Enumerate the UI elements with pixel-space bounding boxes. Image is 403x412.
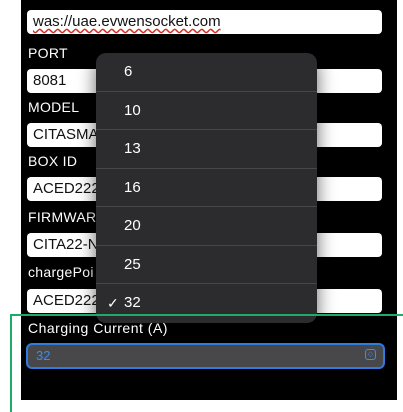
charge-point-label: chargePoi: [28, 264, 94, 280]
option-label: 25: [124, 256, 141, 273]
option-label: 10: [124, 102, 141, 119]
option-10[interactable]: 10: [96, 91, 317, 129]
option-20[interactable]: 20: [96, 206, 317, 244]
option-label: 6: [124, 63, 133, 80]
option-16[interactable]: 16: [96, 168, 317, 206]
option-25[interactable]: 25: [96, 245, 317, 283]
chevron-updown-icon: ◇: [365, 349, 376, 360]
model-label: MODEL: [28, 99, 80, 115]
current-options-menu: 6 10 13 16 20 25 ✓ 32: [96, 53, 317, 323]
charging-current-label: Charging Current (A): [28, 320, 168, 336]
server-url-input[interactable]: was://uae.evwensocket.com: [27, 10, 382, 34]
option-13[interactable]: 13: [96, 129, 317, 167]
guide-line-horizontal: [10, 314, 403, 316]
guide-line-vertical: [10, 314, 12, 412]
option-label: 16: [124, 179, 141, 196]
server-url-value: was://uae.evwensocket.com: [33, 13, 221, 30]
firmware-label: FIRMWAR: [28, 209, 97, 225]
charging-current-value: 32: [36, 348, 51, 363]
option-6[interactable]: 6: [96, 53, 317, 91]
box-id-label: BOX ID: [28, 153, 78, 169]
option-label: 32: [124, 294, 141, 311]
option-label: 13: [124, 140, 141, 157]
port-label: PORT: [28, 45, 68, 61]
charging-current-select[interactable]: 32 ◇: [26, 343, 385, 369]
option-label: 20: [124, 217, 141, 234]
checkmark-icon: ✓: [107, 295, 119, 311]
